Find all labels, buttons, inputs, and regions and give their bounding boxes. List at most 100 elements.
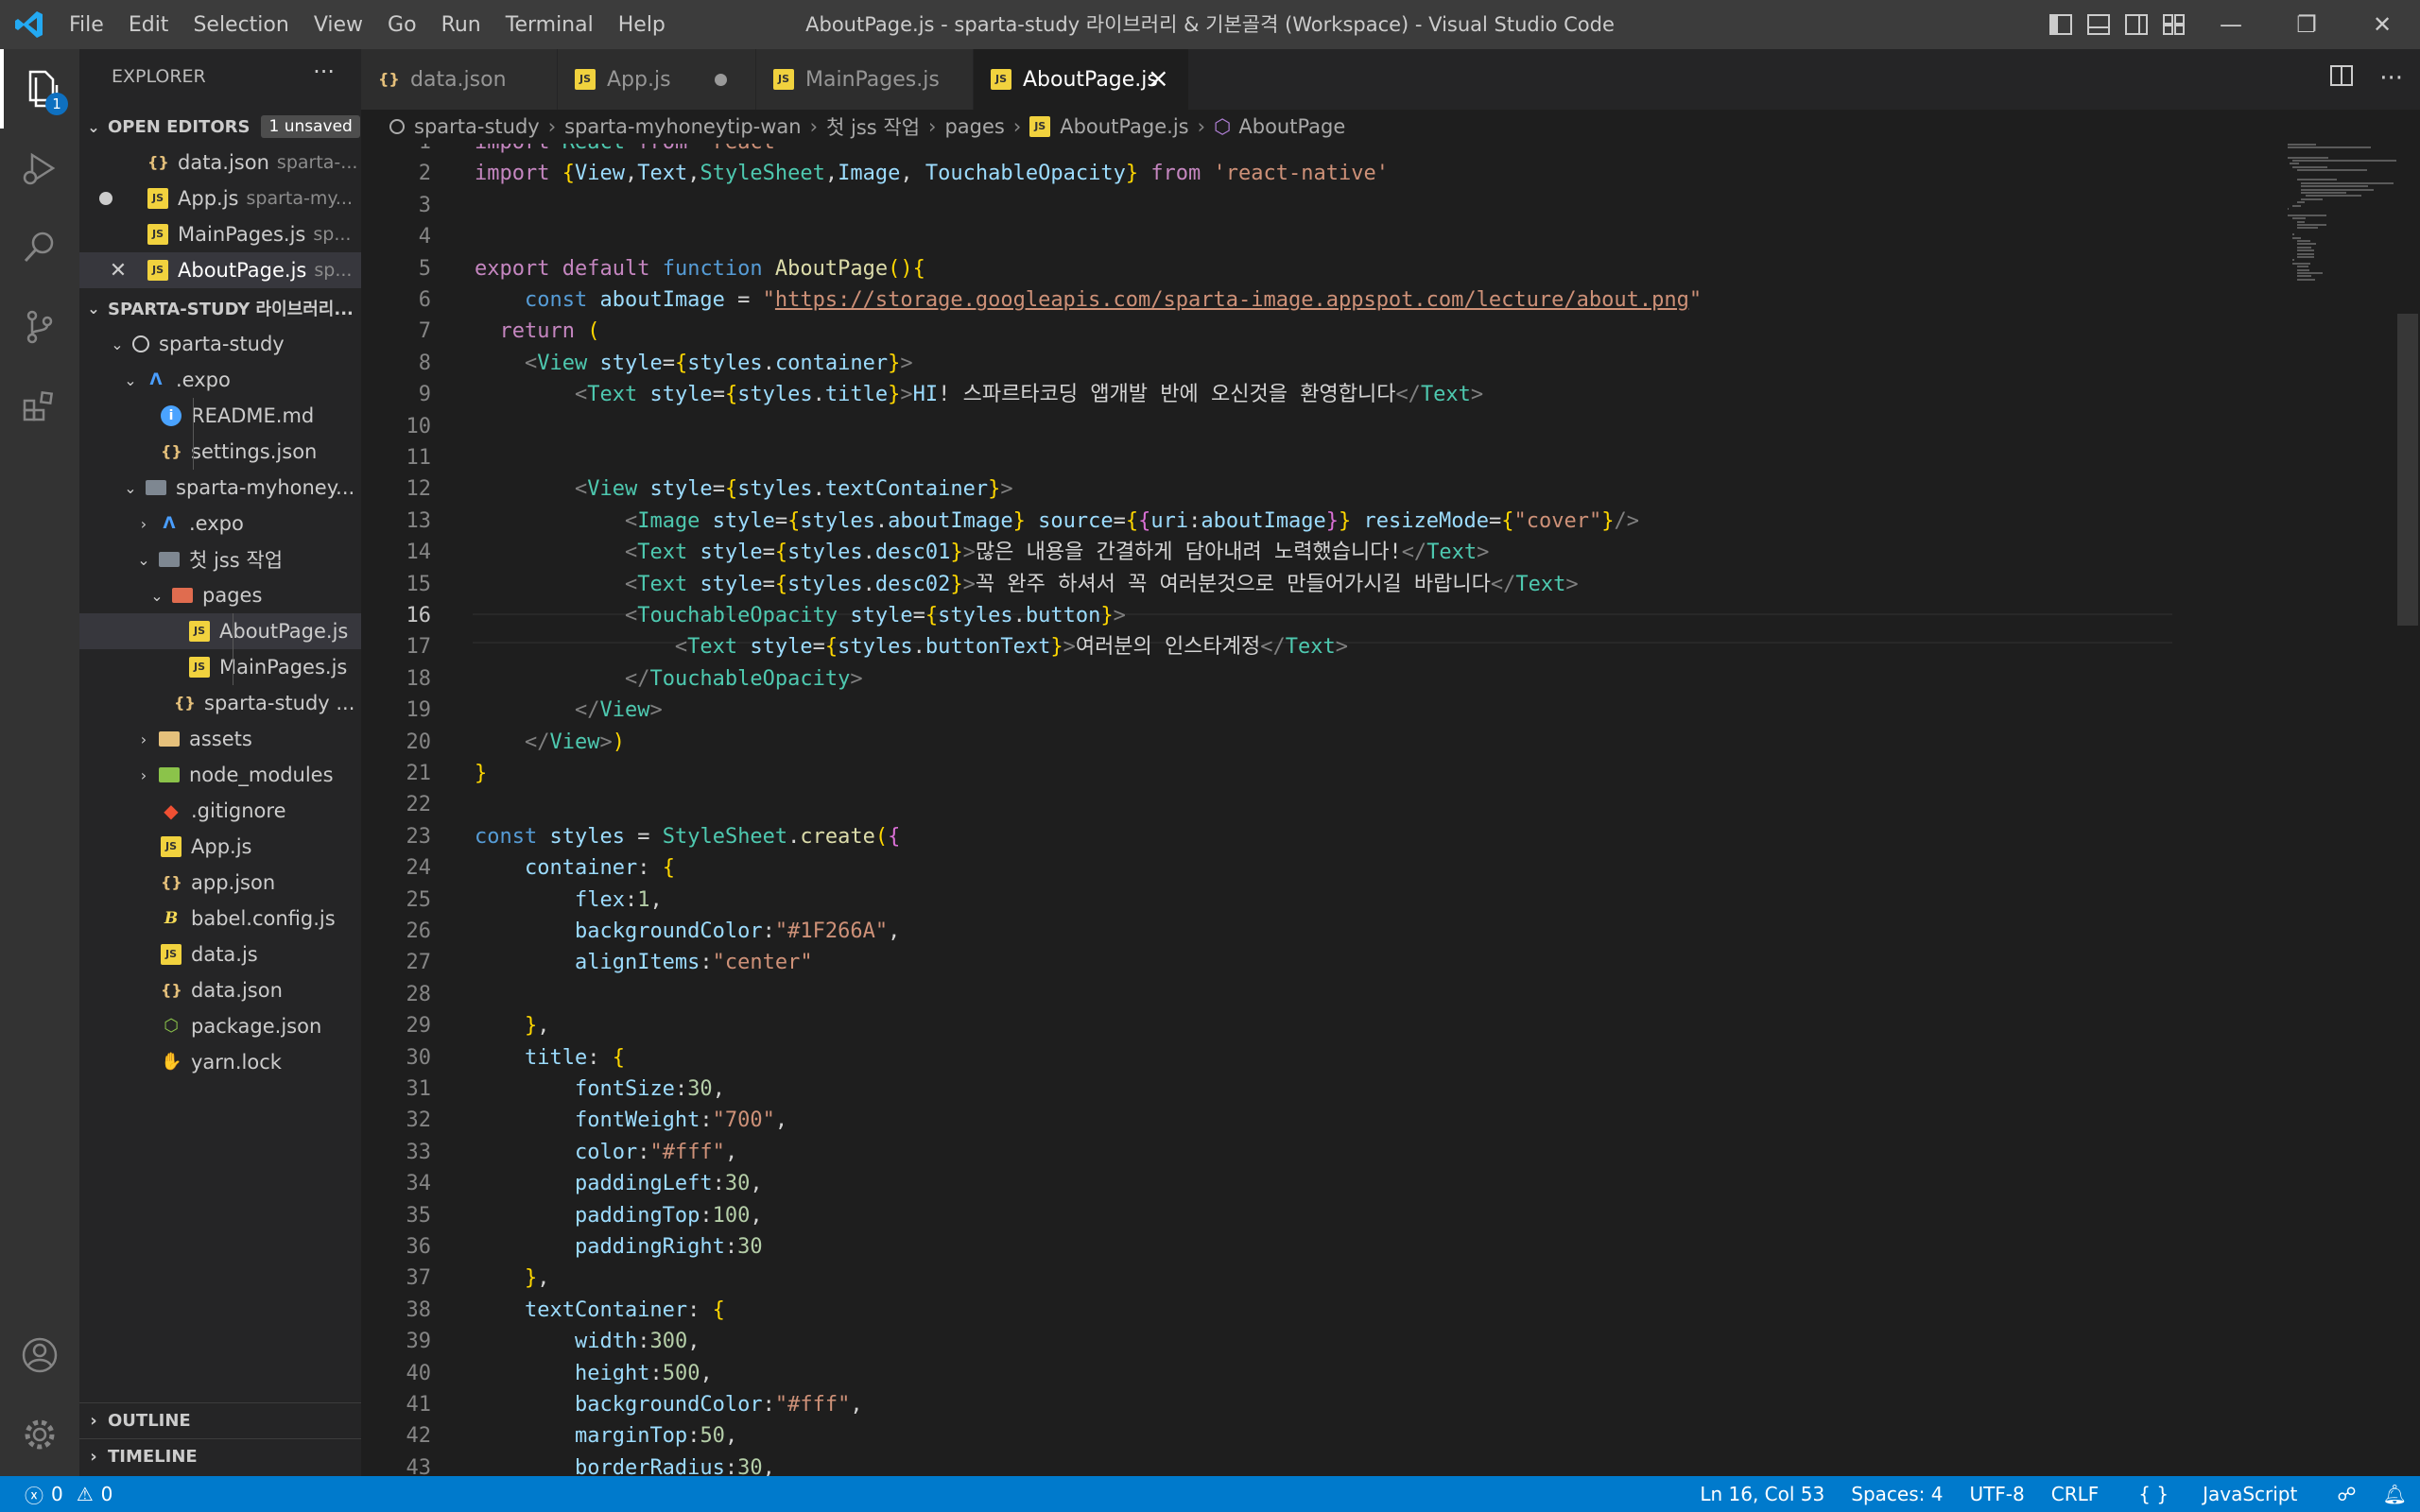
encoding[interactable]: UTF-8 xyxy=(1956,1483,2037,1505)
git-icon: ◆ xyxy=(164,799,179,822)
tab-app-js[interactable]: JS App.js xyxy=(558,49,756,110)
open-editor-name: data.json xyxy=(178,151,269,174)
tab-aboutpage-js[interactable]: JS AboutPage.js × xyxy=(974,49,1189,110)
split-editor-icon[interactable] xyxy=(2330,64,2354,94)
js-file-icon: JS xyxy=(991,69,1011,90)
breadcrumb-item[interactable]: 첫 jss 작업 xyxy=(826,112,920,141)
open-editor-item[interactable]: JS MainPages.js sp... xyxy=(79,216,361,252)
code-text: <View style={styles.textContainer}> xyxy=(574,477,1013,502)
breadcrumb-item[interactable]: sparta-myhoneytip-wan xyxy=(564,115,801,138)
code-line: 22 xyxy=(361,789,2157,820)
notifications-icon[interactable]: 🔔︎ xyxy=(2370,1483,2420,1505)
cursor-position[interactable]: Ln 16, Col 53 xyxy=(1686,1483,1838,1505)
tree-item-file[interactable]: B babel.config.js xyxy=(79,901,361,936)
tree-item-folder[interactable]: ⌄ pages xyxy=(79,577,361,613)
tree-item-folder[interactable]: › node_modules xyxy=(79,757,361,793)
tree-item-folder[interactable]: ⌄ Λ .expo xyxy=(79,362,361,398)
tree-item-folder[interactable]: › Λ .expo xyxy=(79,506,361,541)
tree-item-folder[interactable]: ⌄ 첫 jss 작업 xyxy=(79,541,361,577)
tree-label: README.md xyxy=(191,404,315,427)
breadcrumb-item[interactable]: AboutPage xyxy=(1238,115,1345,138)
more-actions-icon[interactable]: ··· xyxy=(313,59,335,85)
tab-mainpages-js[interactable]: JS MainPages.js xyxy=(756,49,974,110)
line-number: 34 xyxy=(406,1172,432,1196)
tree-item-file[interactable]: {} settings.json xyxy=(79,434,361,470)
open-editors-header[interactable]: ⌄ OPEN EDITORS 1 unsaved xyxy=(79,110,361,144)
accounts-activity[interactable] xyxy=(0,1315,79,1395)
menu-view[interactable]: View xyxy=(302,13,375,37)
outline-section[interactable]: › OUTLINE xyxy=(79,1402,361,1437)
close-editor-icon[interactable]: ✕ xyxy=(79,259,147,283)
tree-item-file[interactable]: ⬡ package.json xyxy=(79,1008,361,1044)
tree-label: .gitignore xyxy=(191,799,286,822)
open-editor-item[interactable]: {} data.json sparta-... xyxy=(79,145,361,180)
line-number: 27 xyxy=(406,951,432,975)
menu-terminal[interactable]: Terminal xyxy=(493,13,606,37)
problems-indicator[interactable]: ⓧ 0 ⚠ 0 xyxy=(25,1476,112,1512)
tab-data-json[interactable]: {} data.json xyxy=(361,49,558,110)
more-actions-icon[interactable]: ··· xyxy=(2379,64,2403,94)
source-control-activity[interactable] xyxy=(0,287,79,367)
tree-item-file[interactable]: {} data.json xyxy=(79,972,361,1008)
tree-item-file[interactable]: JS App.js xyxy=(79,829,361,865)
tree-item-file-selected[interactable]: JS AboutPage.js xyxy=(79,613,361,649)
search-activity[interactable] xyxy=(0,208,79,287)
indentation[interactable]: Spaces: 4 xyxy=(1838,1483,1956,1505)
minimap-line xyxy=(2301,192,2347,194)
breadcrumb-item[interactable]: sparta-study xyxy=(414,115,540,138)
explorer-activity[interactable]: 1 xyxy=(0,49,79,129)
tree-item-file[interactable]: i README.md xyxy=(79,398,361,434)
menu-go[interactable]: Go xyxy=(375,13,429,37)
extensions-activity[interactable] xyxy=(0,367,79,446)
feedback-icon[interactable]: ☍ xyxy=(2324,1483,2369,1505)
code-line: 17 <Text style={styles.buttonText}>여러분의 … xyxy=(361,631,2157,662)
open-editor-item-active[interactable]: ✕ JS AboutPage.js sp... xyxy=(79,252,361,288)
toggle-primary-sidebar-icon[interactable] xyxy=(2046,13,2076,36)
tree-item-file[interactable]: {} sparta-study ... xyxy=(79,685,361,721)
minimap[interactable] xyxy=(2288,144,2401,295)
minimap-line xyxy=(2296,220,2305,223)
tree-item-file[interactable]: ◆ .gitignore xyxy=(79,793,361,829)
minimize-icon[interactable]: — xyxy=(2193,0,2269,49)
scrollbar-thumb[interactable] xyxy=(2397,314,2418,626)
tree-item-file[interactable]: JS MainPages.js xyxy=(79,649,361,685)
tree-item-folder[interactable]: › assets xyxy=(79,721,361,757)
code-editor[interactable]: 1 import React from 'react' 2 import {View,… xyxy=(361,144,2420,1476)
code-text: return ( xyxy=(499,319,600,344)
close-window-icon[interactable]: ✕ xyxy=(2344,0,2420,49)
customize-layout-icon[interactable] xyxy=(2159,13,2189,36)
code-text: textContainer: { xyxy=(524,1297,725,1322)
menu-file[interactable]: File xyxy=(57,13,116,37)
restore-icon[interactable]: ❐ xyxy=(2269,0,2344,49)
close-tab-icon[interactable]: × xyxy=(1148,62,1169,94)
tree-label: AboutPage.js xyxy=(219,620,349,643)
end-of-line[interactable]: CRLF xyxy=(2038,1483,2113,1505)
tree-item-file[interactable]: {} app.json xyxy=(79,865,361,901)
code-line: 5 export default function AboutPage(){ xyxy=(361,253,2157,284)
tree-item-folder[interactable]: ⌄ sparta-myhoney... xyxy=(79,470,361,506)
menu-selection[interactable]: Selection xyxy=(181,13,301,37)
menu-run[interactable]: Run xyxy=(429,13,493,37)
timeline-section[interactable]: › TIMELINE xyxy=(79,1438,361,1473)
tree-item-root[interactable]: ⌄ sparta-study xyxy=(79,326,361,362)
tree-item-file[interactable]: JS data.js xyxy=(79,936,361,972)
chevron-down-icon: ⌄ xyxy=(87,299,100,318)
workspace-header[interactable]: ⌄ SPARTA-STUDY 라이브러리... xyxy=(79,291,361,325)
minimap-line xyxy=(2296,240,2310,242)
menu-help[interactable]: Help xyxy=(606,13,678,37)
chevron-right-icon: › xyxy=(90,1446,97,1467)
toggle-panel-icon[interactable] xyxy=(2083,13,2114,36)
menu-edit[interactable]: Edit xyxy=(116,13,182,37)
js-file-icon: JS xyxy=(773,69,794,90)
vertical-scrollbar[interactable] xyxy=(2397,144,2418,1476)
run-debug-activity[interactable] xyxy=(0,129,79,208)
manage-activity[interactable] xyxy=(0,1395,79,1474)
tree-item-file[interactable]: ✋ yarn.lock xyxy=(79,1044,361,1080)
language-mode[interactable]: { } JavaScript xyxy=(2112,1483,2324,1505)
breadcrumb-item[interactable]: AboutPage.js xyxy=(1060,115,1188,138)
breadcrumb-item[interactable]: pages xyxy=(944,115,1004,138)
open-editor-item[interactable]: JS App.js sparta-my... xyxy=(79,180,361,216)
code-line: 29 }, xyxy=(361,1010,2157,1041)
toggle-secondary-sidebar-icon[interactable] xyxy=(2121,13,2152,36)
line-number: 16 xyxy=(406,604,432,627)
